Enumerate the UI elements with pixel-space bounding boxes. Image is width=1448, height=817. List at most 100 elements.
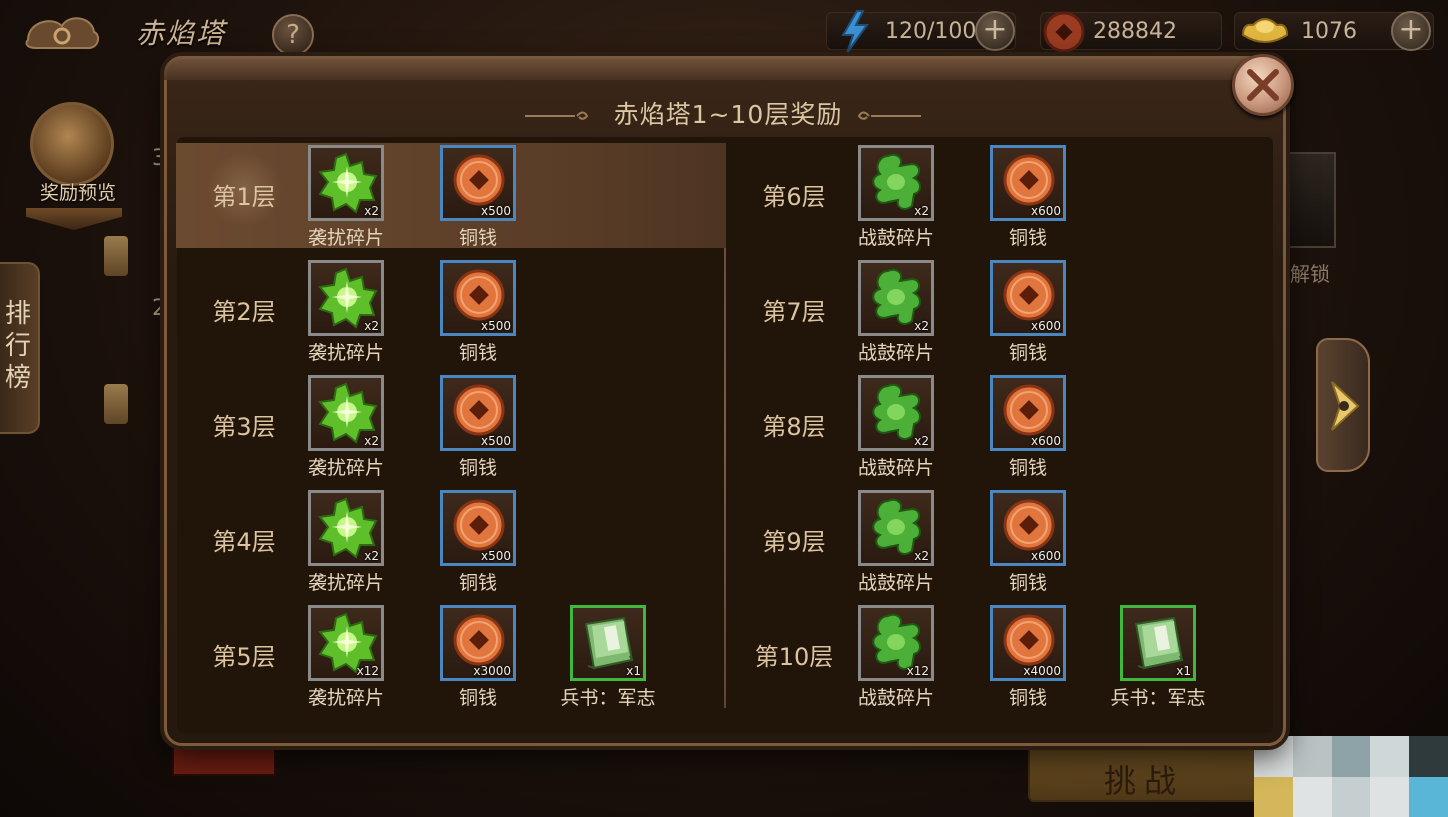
next-page-button[interactable]	[1316, 338, 1370, 472]
item-frame[interactable]: x2	[858, 375, 934, 451]
item-name: 铜钱	[458, 342, 497, 364]
reward-item[interactable]: x500 铜钱	[417, 490, 537, 594]
item-name: 战鼓碎片	[857, 457, 934, 479]
item-frame[interactable]: x2	[308, 375, 384, 451]
item-name: 铜钱	[1008, 342, 1047, 364]
item-quantity: x3000	[473, 664, 511, 678]
reward-preview-button[interactable]: 奖励预览	[18, 96, 126, 236]
item-frame[interactable]: x2	[858, 145, 934, 221]
add-gold-button[interactable]: +	[1391, 11, 1431, 51]
item-frame[interactable]: x2	[308, 145, 384, 221]
add-stamina-button[interactable]: +	[975, 11, 1015, 51]
stamina-value: 120/100	[885, 19, 977, 44]
reward-preview-label: 奖励预览	[39, 182, 116, 204]
reward-row: 第3层 x2 袭扰碎片 x500 铜钱	[176, 373, 726, 479]
reward-row: 第2层 x2 袭扰碎片 x500 铜钱	[176, 258, 726, 364]
item-frame[interactable]: x2	[858, 260, 934, 336]
item-name: 袭扰碎片	[307, 342, 384, 364]
item-name: 铜钱	[1008, 572, 1047, 594]
item-quantity: x12	[906, 664, 929, 678]
warrior-medal-icon	[30, 102, 114, 186]
reward-item[interactable]: x2 袭扰碎片	[285, 375, 405, 479]
reward-item[interactable]: x2 袭扰碎片	[285, 145, 405, 249]
close-button[interactable]	[1232, 54, 1294, 116]
item-quantity: x2	[914, 434, 929, 448]
reward-item[interactable]: x500 铜钱	[417, 260, 537, 364]
item-quantity: x2	[914, 204, 929, 218]
reward-item[interactable]: x2 战鼓碎片	[835, 490, 955, 594]
item-name: 铜钱	[458, 687, 497, 709]
item-quantity: x600	[1030, 319, 1061, 333]
reward-item[interactable]: x3000 铜钱	[417, 605, 537, 709]
item-name: 袭扰碎片	[307, 457, 384, 479]
reward-item[interactable]: x500 铜钱	[417, 145, 537, 249]
item-frame[interactable]: x12	[308, 605, 384, 681]
item-frame[interactable]: x12	[858, 605, 934, 681]
bg-red-plaque	[172, 746, 276, 776]
item-name: 战鼓碎片	[857, 342, 934, 364]
item-name: 铜钱	[1008, 227, 1047, 249]
item-frame[interactable]: x500	[440, 375, 516, 451]
reward-item[interactable]: x2 袭扰碎片	[285, 260, 405, 364]
item-name: 战鼓碎片	[857, 572, 934, 594]
item-name: 袭扰碎片	[307, 572, 384, 594]
reward-item[interactable]: x4000 铜钱	[967, 605, 1087, 709]
copper-resource: 288842	[1040, 11, 1222, 53]
item-frame[interactable]: x500	[440, 145, 516, 221]
rank-tab-button[interactable]: 排行榜	[0, 262, 40, 434]
item-frame[interactable]: x2	[308, 490, 384, 566]
reward-item[interactable]: x1 兵书：军志	[547, 605, 667, 709]
item-quantity: x500	[480, 319, 511, 333]
stamina-resource: 120/100 +	[826, 10, 1016, 54]
lightning-icon	[841, 10, 869, 54]
reward-item[interactable]: x2 战鼓碎片	[835, 260, 955, 364]
reward-row: 第1层 x2 袭扰碎片 x500 铜钱	[176, 143, 726, 249]
item-frame[interactable]: x2	[858, 490, 934, 566]
reward-item[interactable]: x2 袭扰碎片	[285, 490, 405, 594]
item-name: 袭扰碎片	[307, 687, 384, 709]
item-quantity: x500	[480, 549, 511, 563]
item-frame[interactable]: x600	[990, 145, 1066, 221]
item-quantity: x4000	[1023, 664, 1061, 678]
item-frame[interactable]: x500	[440, 260, 516, 336]
item-name: 铜钱	[458, 572, 497, 594]
game-title: 赤焰塔	[136, 17, 227, 50]
reward-item[interactable]: x500 铜钱	[417, 375, 537, 479]
modal-header-strip	[164, 56, 1286, 80]
reward-item[interactable]: x600 铜钱	[967, 145, 1087, 249]
reward-item[interactable]: x2 战鼓碎片	[835, 145, 955, 249]
reward-item[interactable]: x1 兵书：军志	[1097, 605, 1217, 709]
item-frame[interactable]: x4000	[990, 605, 1066, 681]
item-name: 铜钱	[458, 227, 497, 249]
pixelated-corner	[1254, 736, 1448, 817]
arrow-right-icon	[1331, 381, 1360, 431]
item-name: 铜钱	[458, 457, 497, 479]
unlock-label: 解锁	[1290, 262, 1330, 286]
item-quantity: x600	[1030, 549, 1061, 563]
reward-item[interactable]: x600 铜钱	[967, 375, 1087, 479]
item-quantity: x500	[480, 434, 511, 448]
item-frame[interactable]: x600	[990, 260, 1066, 336]
item-frame[interactable]: x600	[990, 375, 1066, 451]
item-frame[interactable]: x600	[990, 490, 1066, 566]
reward-row: 第5层 x12 袭扰碎片 x3000 铜钱 x1 兵书：军志	[176, 603, 726, 709]
item-frame[interactable]: x3000	[440, 605, 516, 681]
item-frame[interactable]: x1	[570, 605, 646, 681]
reward-item[interactable]: x2 战鼓碎片	[835, 375, 955, 479]
challenge-button[interactable]: 挑战	[1028, 744, 1260, 802]
title-ornament-right-icon	[857, 111, 921, 120]
item-quantity: x1	[1176, 664, 1191, 678]
reward-item[interactable]: x600 铜钱	[967, 260, 1087, 364]
item-frame[interactable]: x500	[440, 490, 516, 566]
item-frame[interactable]: x2	[308, 260, 384, 336]
item-frame[interactable]: x1	[1120, 605, 1196, 681]
reward-item[interactable]: x12 战鼓碎片	[835, 605, 955, 709]
gold-resource: 1076 +	[1234, 11, 1434, 51]
item-quantity: x2	[364, 549, 379, 563]
reward-item[interactable]: x600 铜钱	[967, 490, 1087, 594]
reward-row: 第10层 x12 战鼓碎片 x4000 铜钱 x1 兵书：军志	[726, 603, 1266, 709]
help-button[interactable]: ?	[272, 14, 314, 56]
reward-item[interactable]: x12 袭扰碎片	[285, 605, 405, 709]
bg-scroll-icon	[104, 236, 128, 276]
cloud-swirl-icon	[25, 17, 100, 49]
